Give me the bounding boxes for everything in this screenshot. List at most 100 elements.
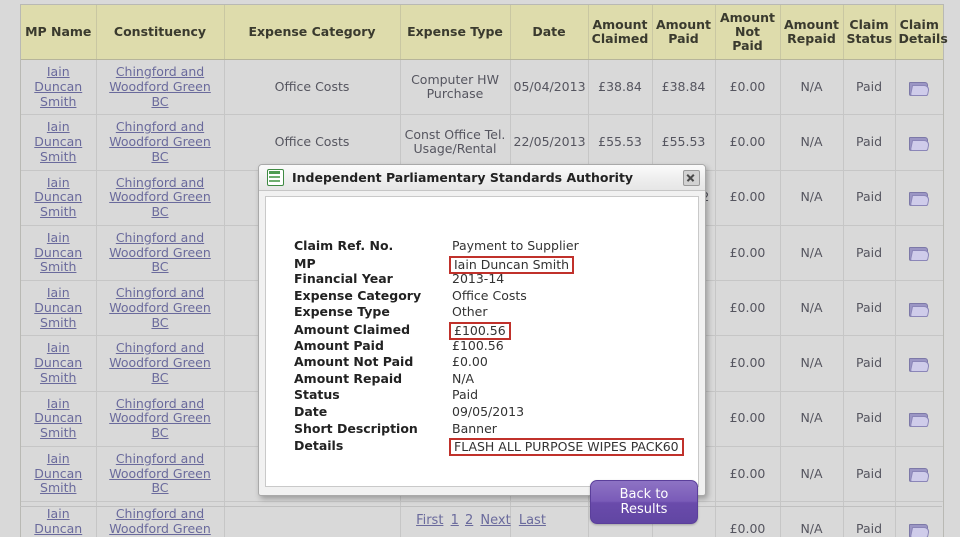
column-header-date[interactable]: Date [510, 5, 589, 60]
cell-constituency[interactable]: Chingford and Woodford Green BC [96, 280, 225, 337]
cell-mp-name[interactable]: Iain Duncan Smith [21, 114, 97, 171]
detail-row: Financial Year 2013-14 [294, 271, 684, 288]
cell-claim-details[interactable] [895, 335, 943, 392]
column-header-expense-category[interactable]: Expense Category [224, 5, 401, 60]
cell-constituency-link[interactable]: Chingford and Woodford Green BC [100, 340, 221, 385]
cell-claim-details[interactable] [895, 280, 943, 337]
detail-label: Financial Year [294, 271, 393, 287]
cell-amount-repaid: N/A [780, 114, 844, 171]
cell-mp-name[interactable]: Iain Duncan Smith [21, 59, 97, 116]
cell-date: 22/05/2013 [510, 114, 589, 171]
cell-mp-name-link[interactable]: Iain Duncan Smith [24, 340, 93, 385]
cell-constituency-link[interactable]: Chingford and Woodford Green BC [100, 396, 221, 441]
cell-constituency[interactable]: Chingford and Woodford Green BC [96, 59, 225, 116]
cell-mp-name-link[interactable]: Iain Duncan Smith [24, 451, 93, 496]
folder-icon[interactable] [909, 190, 929, 207]
cell-claim-details[interactable] [895, 225, 943, 282]
column-header-claim-status[interactable]: Claim Status [843, 5, 896, 60]
cell-mp-name-link[interactable]: Iain Duncan Smith [24, 119, 93, 164]
dialog-titlebar[interactable]: Independent Parliamentary Standards Auth… [259, 165, 705, 191]
cell-mp-name-link[interactable]: Iain Duncan Smith [24, 64, 93, 109]
cell-expense-category: Office Costs [224, 114, 401, 171]
cell-amount-repaid: N/A [780, 170, 844, 226]
cell-constituency[interactable]: Chingford and Woodford Green BC [96, 391, 225, 447]
detail-label: Amount Paid [294, 337, 384, 353]
cell-constituency-link[interactable]: Chingford and Woodford Green BC [100, 285, 221, 330]
detail-value: Other [452, 304, 488, 320]
cell-constituency[interactable]: Chingford and Woodford Green BC [96, 446, 225, 503]
detail-value-highlighted: £100.56 [449, 321, 511, 340]
cell-mp-name-link[interactable]: Iain Duncan Smith [24, 230, 93, 275]
cell-constituency-link[interactable]: Chingford and Woodford Green BC [100, 230, 221, 275]
column-header-claim-details[interactable]: Claim Details [895, 5, 948, 60]
detail-value: Payment to Supplier [452, 238, 579, 253]
column-header-amount-not-paid[interactable]: Amount Not Paid [715, 5, 781, 60]
folder-icon[interactable] [909, 411, 929, 428]
cell-claim-details[interactable] [895, 391, 943, 447]
cell-constituency-link[interactable]: Chingford and Woodford Green BC [100, 119, 221, 164]
cell-claim-status: Paid [843, 335, 896, 392]
cell-claim-details[interactable] [895, 446, 943, 503]
cell-constituency[interactable]: Chingford and Woodford Green BC [96, 335, 225, 392]
cell-claim-details[interactable] [895, 114, 943, 171]
folder-icon[interactable] [909, 301, 929, 317]
cell-constituency-link[interactable]: Chingford and Woodford Green BC [100, 451, 221, 496]
cell-claim-status: Paid [843, 114, 896, 171]
column-header-amount-repaid[interactable]: Amount Repaid [780, 5, 844, 60]
cell-mp-name[interactable]: Iain Duncan Smith [21, 170, 97, 226]
pager-next-link[interactable]: Next [480, 513, 510, 528]
cell-mp-name[interactable]: Iain Duncan Smith [21, 225, 97, 282]
cell-amount-not-paid: £0.00 [715, 446, 781, 503]
cell-constituency-link[interactable]: Chingford and Woodford Green BC [100, 64, 221, 109]
pager-page-1-link[interactable]: 1 [451, 513, 459, 528]
close-icon[interactable] [683, 169, 700, 186]
cell-mp-name[interactable]: Iain Duncan Smith [21, 446, 97, 503]
cell-constituency[interactable]: Chingford and Woodford Green BC [96, 225, 225, 282]
cell-claim-details[interactable] [895, 59, 943, 116]
detail-row: Expense Type Other [294, 304, 684, 321]
detail-row: MP Iain Duncan Smith [294, 255, 684, 274]
column-header-amount-paid[interactable]: Amount Paid [652, 5, 716, 60]
folder-icon[interactable] [909, 80, 929, 96]
claim-details-dialog: Independent Parliamentary Standards Auth… [258, 164, 706, 524]
cell-claim-status: Paid [843, 225, 896, 282]
cell-mp-name-link[interactable]: Iain Duncan Smith [24, 175, 93, 220]
column-header-expense-type[interactable]: Expense Type [400, 5, 511, 60]
cell-mp-name[interactable]: Iain Duncan Smith [21, 391, 97, 447]
cell-amount-claimed: £38.84 [588, 59, 653, 116]
detail-value: Office Costs [452, 287, 527, 303]
folder-icon[interactable] [909, 466, 929, 483]
detail-label: Expense Type [294, 304, 390, 320]
dialog-title: Independent Parliamentary Standards Auth… [292, 170, 634, 185]
cell-constituency[interactable]: Chingford and Woodford Green BC [96, 114, 225, 171]
cell-mp-name[interactable]: Iain Duncan Smith [21, 335, 97, 392]
cell-constituency-link[interactable]: Chingford and Woodford Green BC [100, 175, 221, 220]
cell-claim-status: Paid [843, 170, 896, 226]
cell-constituency[interactable]: Chingford and Woodford Green BC [96, 170, 225, 226]
pager-last-link[interactable]: Last [519, 513, 546, 528]
folder-icon[interactable] [909, 135, 929, 151]
cell-mp-name[interactable]: Iain Duncan Smith [21, 280, 97, 337]
cell-amount-repaid: N/A [780, 280, 844, 337]
cell-claim-details[interactable] [895, 170, 943, 226]
folder-icon[interactable] [909, 356, 929, 372]
column-header-amount-claimed[interactable]: Amount Claimed [588, 5, 653, 60]
detail-label: Expense Category [294, 287, 422, 303]
folder-icon[interactable] [909, 245, 929, 262]
table-row: Iain Duncan SmithChingford and Woodford … [21, 59, 943, 116]
pager-first-link[interactable]: First [416, 513, 443, 528]
cell-amount-not-paid: £0.00 [715, 391, 781, 447]
detail-value: £0.00 [452, 354, 488, 370]
cell-claim-status: Paid [843, 59, 896, 116]
column-header-mp-name[interactable]: MP Name [21, 5, 97, 60]
back-to-results-button[interactable]: Back to Results [590, 480, 698, 524]
cell-mp-name-link[interactable]: Iain Duncan Smith [24, 396, 93, 441]
column-header-constituency[interactable]: Constituency [96, 5, 225, 60]
cell-expense-type: Const Office Tel. Usage/Rental [400, 114, 511, 171]
detail-row: Short Description Banner [294, 421, 684, 438]
detail-value: Paid [452, 387, 479, 403]
pager-page-2-link[interactable]: 2 [465, 513, 473, 528]
cell-mp-name-link[interactable]: Iain Duncan Smith [24, 285, 93, 330]
cell-amount-repaid: N/A [780, 446, 844, 503]
cell-amount-not-paid: £0.00 [715, 280, 781, 337]
